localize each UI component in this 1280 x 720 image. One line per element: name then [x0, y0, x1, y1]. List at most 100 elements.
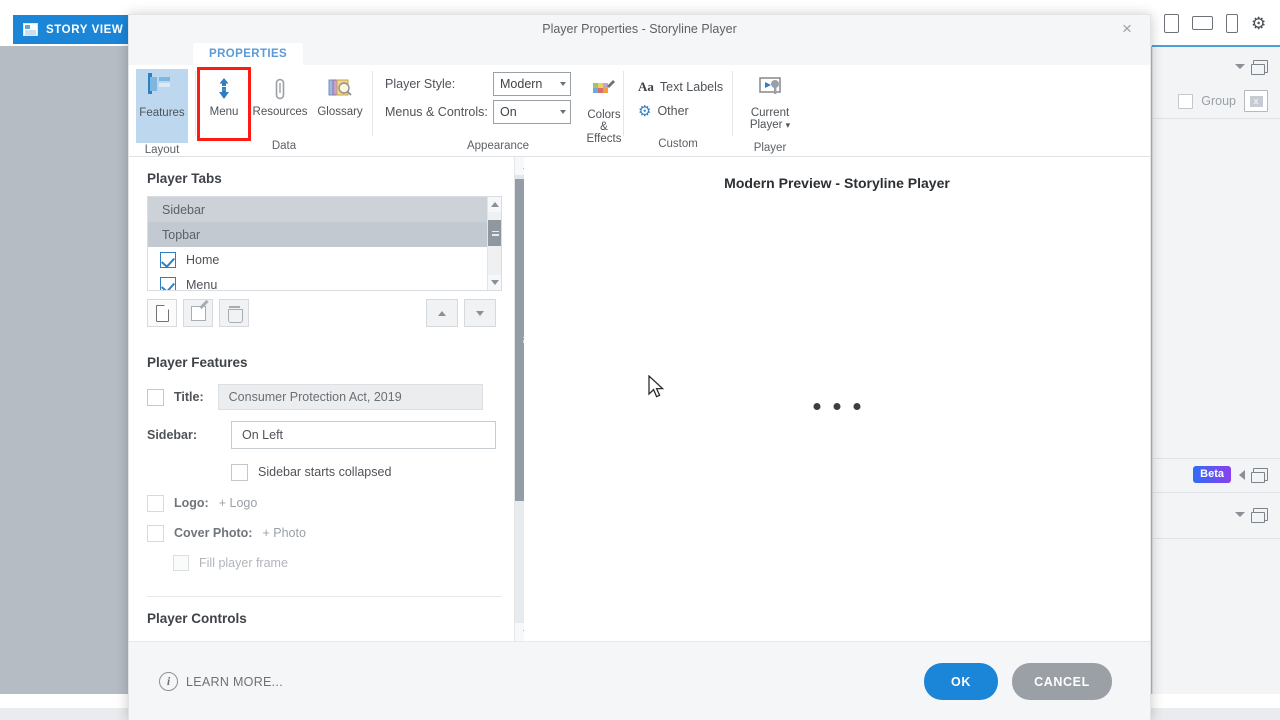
features-icon — [148, 73, 152, 94]
chevron-down-icon-player-style[interactable] — [560, 82, 566, 86]
fill-frame-row: Fill player frame — [147, 548, 524, 578]
ribbon-group-player: Current Player ▾ Player — [733, 65, 807, 157]
edit-tab-button[interactable] — [183, 299, 213, 327]
listbox-scroll-down-button[interactable] — [488, 275, 501, 290]
listbox-scroll-up-button[interactable] — [488, 197, 501, 212]
sidebar-row: Sidebar: On Left — [147, 414, 524, 456]
menus-controls-label: Menus & Controls: — [385, 105, 488, 119]
list-item-sidebar[interactable]: Sidebar — [148, 197, 487, 222]
learn-more-link[interactable]: i LEARN MORE... — [159, 672, 283, 691]
player-properties-dialog: Player Properties - Storyline Player × P… — [128, 14, 1151, 720]
arrow-down-icon — [491, 280, 499, 285]
chevron-down-icon-menus-controls[interactable] — [560, 110, 566, 114]
gear-icon[interactable]: ⚙ — [1251, 15, 1268, 32]
checkbox-home[interactable] — [160, 251, 176, 268]
panel-divider-3 — [1152, 492, 1280, 493]
menu-icon — [211, 76, 237, 102]
cover-photo-checkbox[interactable] — [147, 524, 164, 542]
logo-label: Logo: — [174, 496, 209, 510]
sidebar-select[interactable]: On Left — [231, 421, 497, 449]
group-checkbox[interactable] — [1178, 93, 1194, 109]
ribbon-group-custom: Aa Text Labels ⚙ Other Custom — [624, 65, 732, 157]
list-item-topbar-label: Topbar — [162, 227, 201, 242]
title-label: Title: — [174, 390, 204, 404]
window-icon-3[interactable] — [1251, 508, 1268, 523]
arrow-up-icon-2 — [438, 310, 446, 316]
chevron-down-icon[interactable] — [1235, 64, 1245, 69]
move-down-button[interactable] — [464, 299, 496, 327]
fill-frame-checkbox[interactable] — [173, 555, 189, 571]
cancel-button[interactable]: CANCEL — [1012, 663, 1112, 700]
edit-pencil-icon — [190, 305, 206, 321]
add-photo-link[interactable]: + Photo — [262, 526, 305, 540]
story-view-tab[interactable]: STORY VIEW — [13, 15, 130, 44]
slide-thumbnail-icon[interactable] — [1244, 90, 1268, 112]
player-features-heading: Player Features — [147, 355, 248, 370]
player-style-combo[interactable]: Modern — [493, 72, 571, 96]
arrow-down-icon-2 — [476, 310, 484, 316]
listbox-scroll-thumb[interactable] — [488, 220, 501, 246]
current-player-icon — [756, 75, 784, 103]
ribbon-button-features[interactable]: Features — [136, 69, 188, 143]
panel-row-collapse-2[interactable] — [1235, 508, 1268, 523]
ribbon-button-text-labels[interactable]: Aa Text Labels — [634, 75, 727, 99]
group-row[interactable]: Group — [1178, 90, 1268, 112]
player-tabs-list: Sidebar Topbar Home Menu — [148, 197, 487, 291]
add-logo-link[interactable]: + Logo — [219, 496, 258, 510]
info-icon: i — [159, 672, 178, 691]
ribbon-button-features-label: Features — [139, 107, 185, 119]
chevron-left-icon[interactable] — [1239, 469, 1245, 480]
ribbon-button-other-label: Other — [657, 104, 689, 118]
title-input[interactable]: Consumer Protection Act, 2019 — [217, 384, 483, 410]
close-icon[interactable]: × — [1118, 20, 1136, 38]
ribbon-button-resources[interactable]: Resources — [251, 69, 309, 139]
sidebar-collapsed-checkbox[interactable] — [231, 463, 248, 481]
panel-divider-2 — [1152, 458, 1280, 459]
phone-icon[interactable] — [1226, 13, 1238, 33]
tablet-portrait-icon[interactable] — [1164, 13, 1179, 33]
ribbon-button-text-labels-label: Text Labels — [659, 80, 724, 94]
story-view-icon — [23, 23, 38, 36]
group-label: Group — [1201, 94, 1236, 108]
right-side-panel — [1152, 47, 1280, 694]
menus-controls-combo[interactable]: On — [493, 100, 571, 124]
ribbon-button-menu[interactable]: Menu — [197, 67, 251, 141]
fill-frame-label: Fill player frame — [199, 556, 288, 570]
delete-tab-button[interactable] — [219, 299, 249, 327]
loading-dots-icon — [813, 403, 861, 410]
device-preview-toolbar[interactable]: ⚙ — [1152, 0, 1280, 46]
ribbon-button-current-player[interactable]: Current Player ▾ — [737, 69, 803, 141]
move-up-button[interactable] — [426, 299, 458, 327]
panel-divider-4 — [1152, 538, 1280, 539]
window-icon-1[interactable] — [1251, 60, 1268, 75]
tab-properties[interactable]: PROPERTIES — [193, 43, 304, 65]
ribbon-button-glossary[interactable]: Glossary — [311, 69, 369, 139]
logo-row: Logo: + Logo — [147, 488, 524, 518]
document-icon — [155, 304, 169, 322]
title-checkbox[interactable] — [147, 388, 164, 406]
player-tabs-listbox[interactable]: Sidebar Topbar Home Menu — [147, 196, 502, 291]
window-icon-2[interactable] — [1251, 468, 1268, 483]
list-item-menu-label: Menu — [186, 277, 218, 291]
ribbon-button-colors-effects[interactable]: Colors & Effects — [585, 71, 623, 145]
panel-row-collapse-1[interactable] — [1235, 60, 1268, 75]
ok-button[interactable]: OK — [924, 663, 998, 700]
list-item-sidebar-label: Sidebar — [162, 202, 206, 217]
tablet-landscape-icon[interactable] — [1192, 16, 1213, 30]
list-item-topbar[interactable]: Topbar — [148, 222, 487, 247]
ribbon-button-other[interactable]: ⚙ Other — [634, 99, 693, 123]
sidebar-collapsed-label: Sidebar starts collapsed — [258, 465, 392, 479]
dialog-title-bar: Player Properties - Storyline Player × — [129, 15, 1150, 43]
new-tab-button[interactable] — [147, 299, 177, 327]
list-item-home[interactable]: Home — [148, 247, 487, 272]
player-style-label: Player Style: — [385, 77, 456, 91]
list-item-menu[interactable]: Menu — [148, 272, 487, 291]
ribbon-button-resources-label: Resources — [252, 106, 308, 118]
menus-controls-row: Menus & Controls: On — [385, 99, 571, 125]
beta-row[interactable]: Beta — [1193, 466, 1268, 483]
listbox-scrollbar[interactable] — [487, 197, 501, 290]
checkbox-menu[interactable] — [160, 276, 176, 290]
chevron-down-icon-2[interactable] — [1235, 512, 1245, 517]
learn-more-label: LEARN MORE... — [186, 674, 283, 689]
logo-checkbox[interactable] — [147, 494, 164, 512]
